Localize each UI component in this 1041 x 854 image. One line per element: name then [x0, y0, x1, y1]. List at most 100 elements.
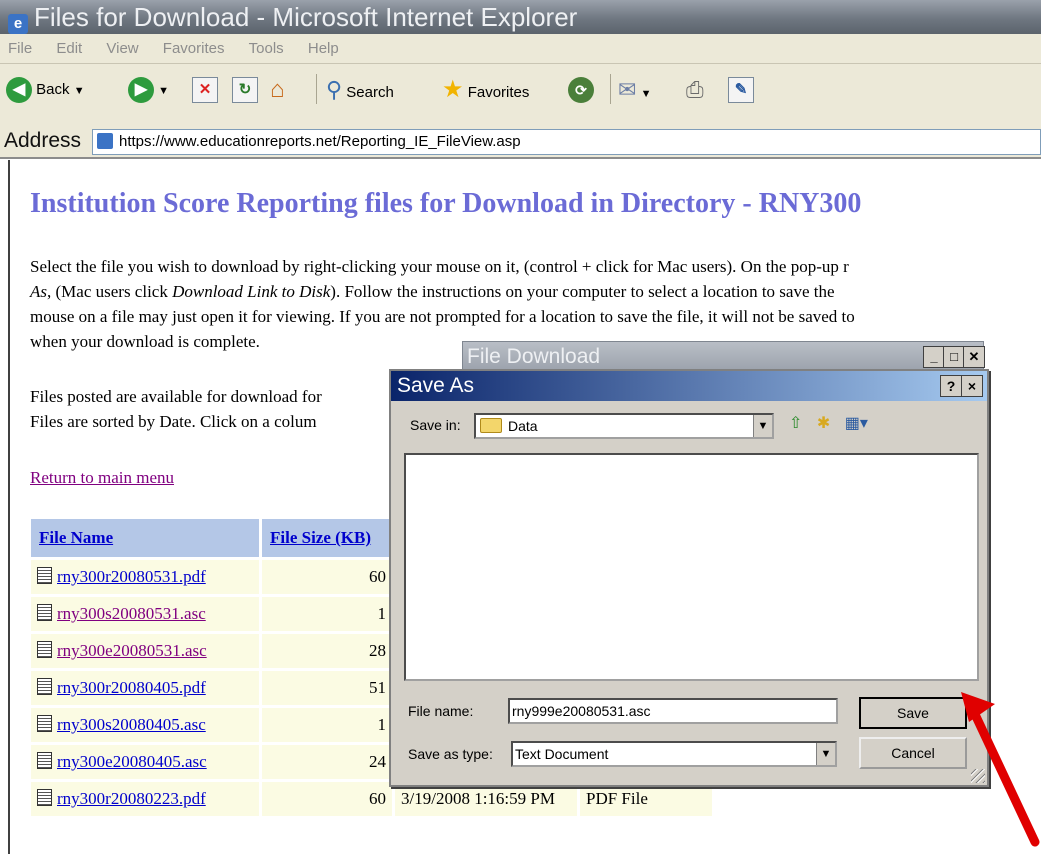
- cancel-button[interactable]: Cancel: [859, 737, 967, 769]
- file-download-title: File Download: [467, 345, 601, 368]
- toolbar: ◀ Back ▼ ▶ ▼ ✕ ↻ ⌂ ⚲ Search ★ Favorites …: [0, 64, 1041, 127]
- save-button[interactable]: Save: [859, 697, 967, 729]
- file-name-cell: rny300e20080531.asc: [28, 631, 262, 671]
- maximize-icon[interactable]: □: [943, 346, 965, 368]
- document-icon: [37, 678, 52, 695]
- file-size-cell: 60: [259, 557, 395, 597]
- file-size-cell: 51: [259, 668, 395, 708]
- menu-edit[interactable]: Edit: [56, 40, 82, 57]
- file-name-cell: rny300r20080405.pdf: [28, 668, 262, 708]
- chevron-down-icon[interactable]: ▼: [816, 743, 835, 765]
- folder-icon: [480, 418, 502, 433]
- chevron-down-icon: ▼: [73, 85, 85, 97]
- mail-icon: ✉: [618, 77, 637, 102]
- document-icon: [37, 641, 52, 658]
- minimize-icon[interactable]: _: [923, 346, 945, 368]
- print-button[interactable]: ⎙: [686, 72, 704, 108]
- back-arrow-icon: ◀: [6, 77, 32, 104]
- file-link[interactable]: rny300s20080405.asc: [57, 715, 206, 734]
- close-button[interactable]: ×: [961, 375, 983, 397]
- save-as-dialog: Save As ? × Save in: Data ▼ ⇧ ✱ ▦▾ File …: [389, 369, 989, 787]
- document-icon: [37, 789, 52, 806]
- search-button[interactable]: ⚲ Search: [326, 72, 394, 108]
- file-size-cell: 24: [259, 742, 395, 782]
- save-in-value: Data: [508, 418, 538, 434]
- chevron-down-icon: ▼: [640, 88, 652, 100]
- forward-button[interactable]: ▶ ▼: [128, 72, 169, 108]
- menu-help[interactable]: Help: [308, 40, 339, 57]
- file-name-cell: rny300e20080405.asc: [28, 742, 262, 782]
- forward-arrow-icon: ▶: [128, 77, 154, 104]
- file-size-cell: 1: [259, 705, 395, 745]
- favorites-label: Favorites: [467, 84, 530, 101]
- instr-em-download: Download Link to Disk: [172, 282, 331, 301]
- file-name-cell: rny300r20080531.pdf: [28, 557, 262, 597]
- back-button[interactable]: ◀ Back ▼: [6, 72, 85, 108]
- menu-bar: File Edit View Favorites Tools Help: [0, 34, 1041, 64]
- file-size-cell: 1: [259, 594, 395, 634]
- file-link[interactable]: rny300s20080531.asc: [57, 604, 206, 623]
- file-list-area[interactable]: [404, 453, 979, 681]
- address-label: Address: [4, 129, 82, 152]
- page-icon: [97, 133, 113, 149]
- file-link[interactable]: rny300r20080223.pdf: [57, 789, 206, 808]
- file-link[interactable]: rny300r20080405.pdf: [57, 678, 206, 697]
- file-name-cell: rny300s20080405.asc: [28, 705, 262, 745]
- menu-favorites[interactable]: Favorites: [163, 40, 225, 57]
- instr-end: ). Follow the instructions on your compu…: [330, 282, 835, 301]
- file-link[interactable]: rny300r20080531.pdf: [57, 567, 206, 586]
- close-icon[interactable]: ✕: [963, 346, 985, 368]
- refresh-button[interactable]: ↻: [232, 72, 258, 108]
- file-link[interactable]: rny300e20080405.asc: [57, 752, 207, 771]
- document-icon: [37, 567, 52, 584]
- up-folder-icon[interactable]: ⇧: [789, 413, 802, 433]
- document-icon: [37, 715, 52, 732]
- save-as-titlebar: Save As ? ×: [391, 371, 987, 401]
- ie-logo-icon: e: [8, 14, 28, 34]
- col-header-file-size[interactable]: File Size (KB): [259, 516, 395, 560]
- history-button[interactable]: ⟳: [568, 72, 594, 108]
- col-header-file-name[interactable]: File Name: [28, 516, 262, 560]
- search-label: Search: [346, 84, 394, 101]
- save-as-type-value: Text Document: [515, 746, 609, 762]
- return-to-main-menu-link[interactable]: Return to main menu: [30, 468, 174, 488]
- window-title: Files for Download - Microsoft Internet …: [34, 2, 578, 32]
- help-button[interactable]: ?: [940, 375, 962, 397]
- home-button[interactable]: ⌂: [270, 72, 285, 108]
- print-icon: ⎙: [686, 77, 704, 102]
- save-in-label: Save in:: [410, 417, 461, 433]
- file-name-input[interactable]: rny999e20080531.asc: [508, 698, 838, 724]
- view-menu-icon[interactable]: ▦▾: [845, 413, 868, 433]
- menu-tools[interactable]: Tools: [249, 40, 284, 57]
- stop-button[interactable]: ✕: [192, 72, 218, 108]
- address-bar: Address https://www.educationreports.net…: [0, 126, 1041, 159]
- nav-icons: ⇧ ✱ ▦▾: [789, 413, 878, 433]
- document-icon: [37, 604, 52, 621]
- favorites-button[interactable]: ★ Favorites: [442, 72, 529, 108]
- file-size-cell: 60: [259, 779, 395, 819]
- save-as-type-label: Save as type:: [408, 746, 493, 762]
- chevron-down-icon[interactable]: ▼: [753, 415, 772, 437]
- file-name-cell: rny300s20080531.asc: [28, 594, 262, 634]
- save-as-type-combo[interactable]: Text Document ▼: [511, 741, 837, 767]
- menu-file[interactable]: File: [8, 40, 32, 57]
- mail-button[interactable]: ✉ ▼: [618, 72, 652, 108]
- file-link[interactable]: rny300e20080531.asc: [57, 641, 207, 660]
- save-in-combo[interactable]: Data ▼: [474, 413, 774, 439]
- refresh-icon: ↻: [232, 77, 258, 104]
- chevron-down-icon: ▼: [158, 85, 170, 97]
- back-label: Back: [36, 81, 70, 98]
- annotation-arrow-icon: [961, 692, 1040, 847]
- instructions-line-3: mouse on a file may just open it for vie…: [30, 307, 855, 326]
- edit-button[interactable]: ✎: [728, 72, 754, 108]
- instructions-line-1: Select the file you wish to download by …: [30, 257, 849, 276]
- file-name-label: File name:: [408, 703, 474, 719]
- instr-mid: , (Mac users click: [47, 282, 173, 301]
- address-url: https://www.educationreports.net/Reporti…: [119, 133, 521, 150]
- new-folder-icon[interactable]: ✱: [817, 413, 830, 433]
- instr-em-save-as: As: [30, 282, 47, 301]
- menu-view[interactable]: View: [106, 40, 138, 57]
- document-icon: [37, 752, 52, 769]
- address-input[interactable]: https://www.educationreports.net/Reporti…: [92, 129, 1041, 155]
- instructions-line-4: when your download is complete.: [30, 332, 260, 351]
